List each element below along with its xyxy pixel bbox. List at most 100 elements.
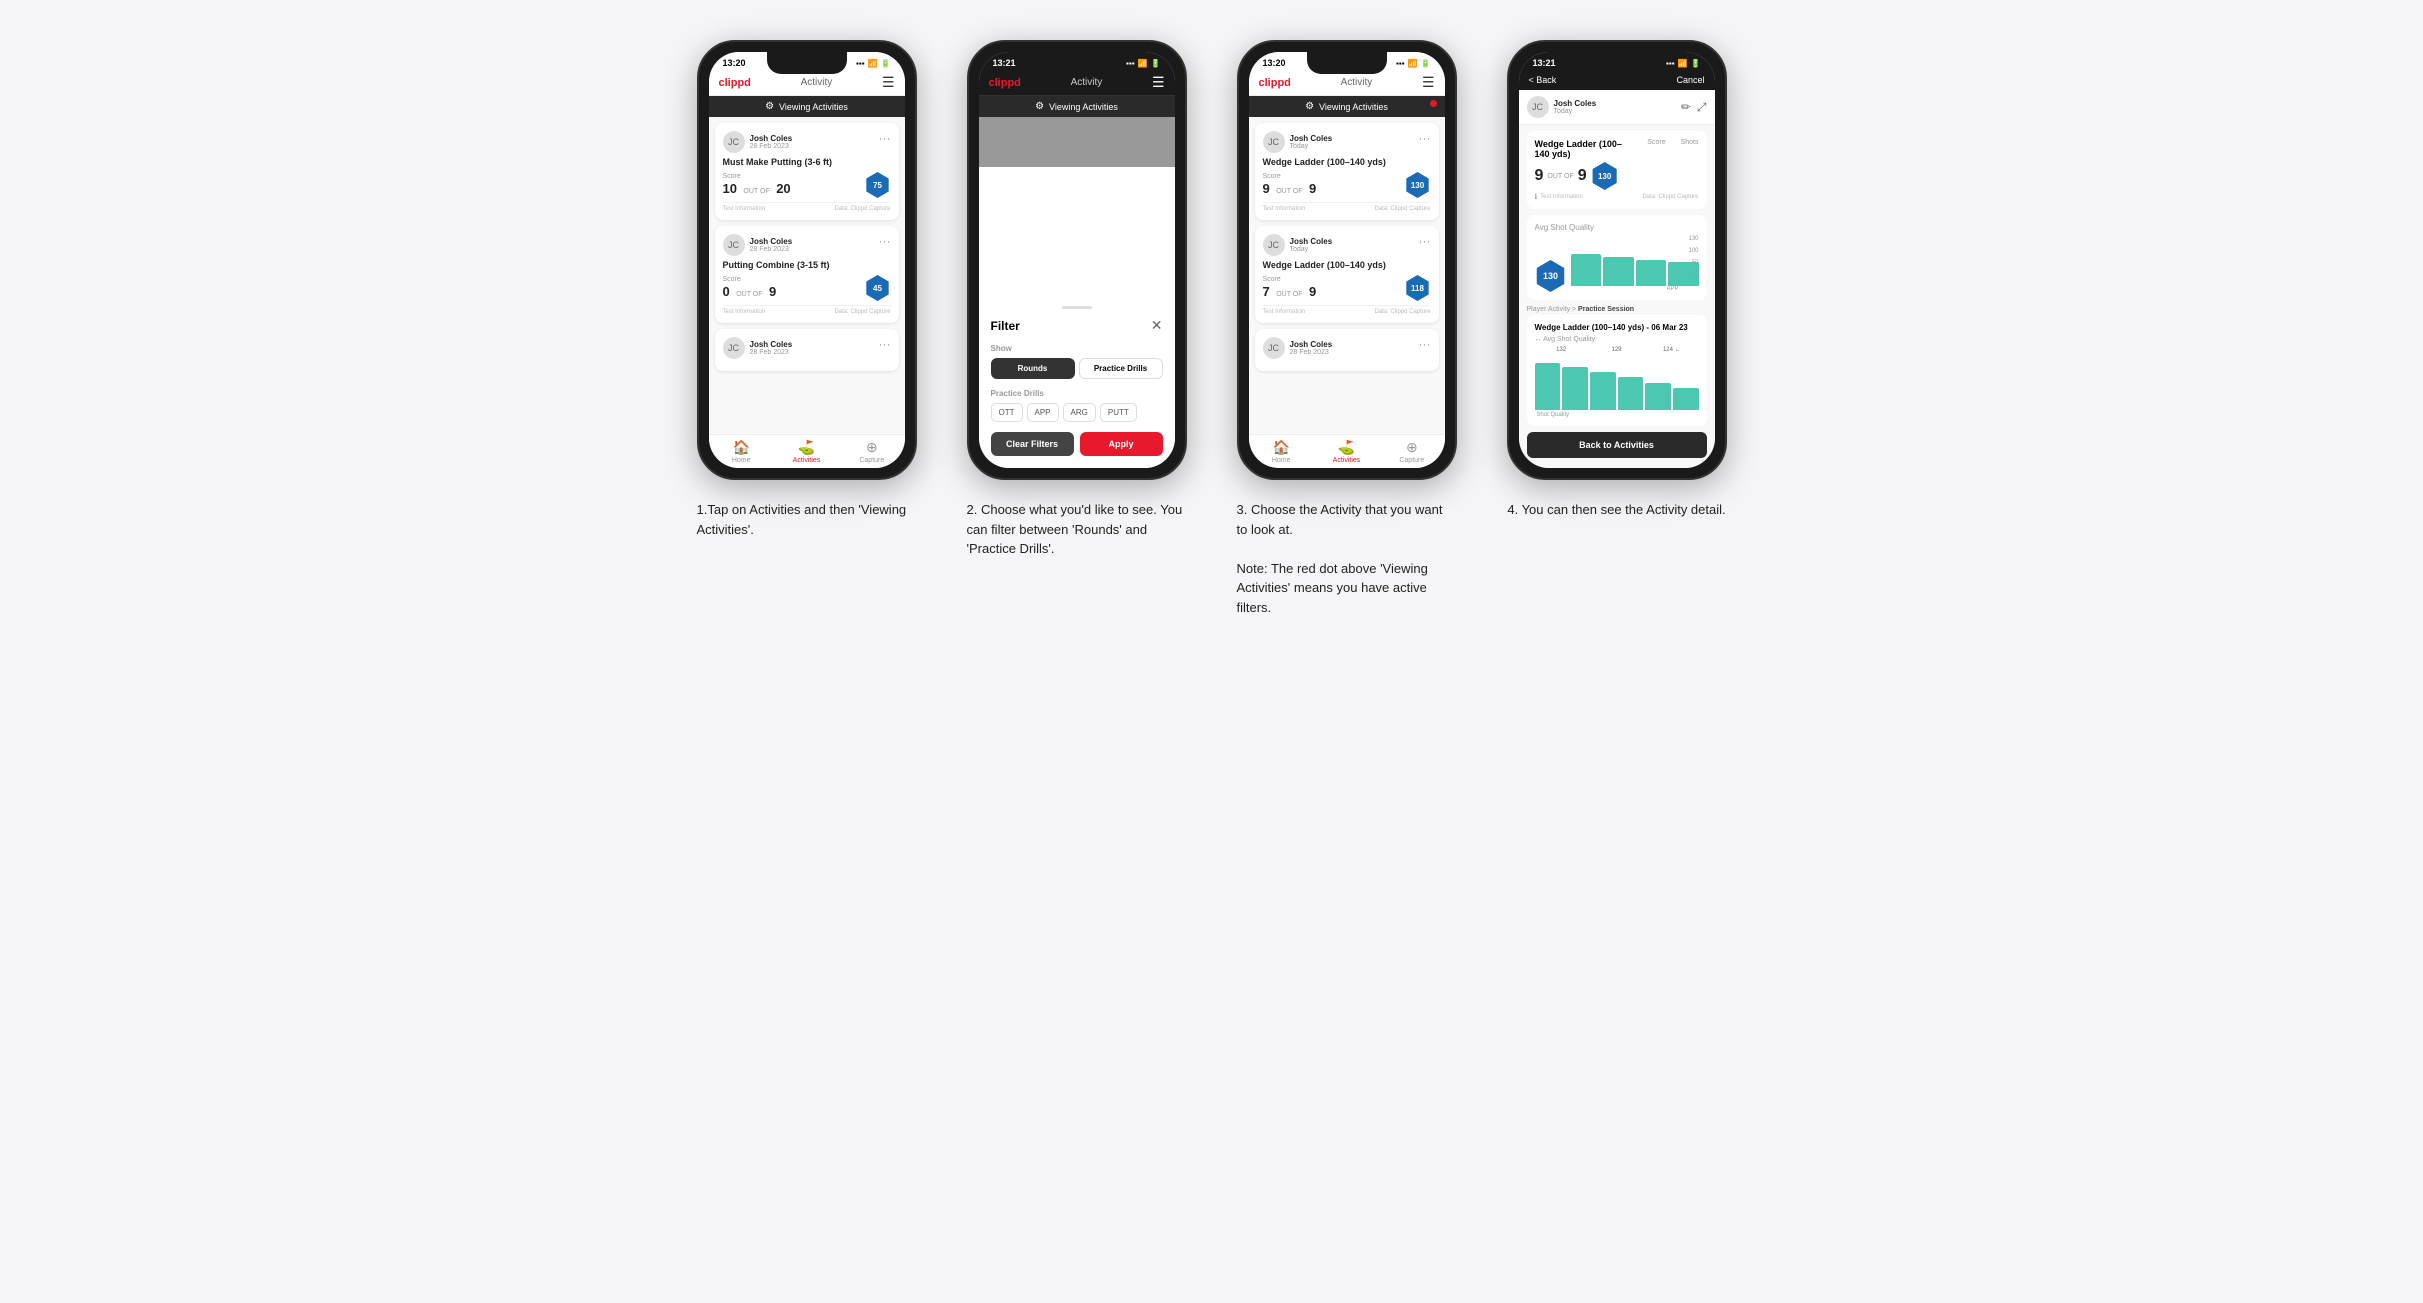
y-label-zero: 0: [1695, 272, 1698, 278]
card-1-score-value: 10: [723, 181, 737, 196]
activity-card-p3-3[interactable]: JC Josh Coles 28 Feb 2023 ···: [1255, 329, 1439, 371]
signal-icon-2: ▪▪▪: [1126, 59, 1135, 68]
hamburger-icon[interactable]: ☰: [882, 74, 895, 91]
card-p3-2-more-dots[interactable]: ···: [1419, 234, 1431, 248]
tag-ott[interactable]: OTT: [991, 403, 1023, 422]
detail-user-details: Josh Coles Today: [1554, 99, 1597, 115]
activity-card-p3-2[interactable]: JC Josh Coles Today ··· Wedge Ladder (10…: [1255, 226, 1439, 323]
back-button[interactable]: < Back: [1529, 75, 1557, 85]
battery-icon-3: 🔋: [1421, 59, 1431, 68]
activity-card-3[interactable]: JC Josh Coles 28 Feb 2023 ···: [715, 329, 899, 371]
phone-2-screen: 13:21 ▪▪▪ 📶 🔋 clippd Activity ☰ ⚙ Viewin…: [979, 52, 1175, 468]
capture-icon-3: ⊕: [1406, 439, 1418, 456]
card-p3-3-more-dots[interactable]: ···: [1419, 337, 1431, 351]
card-1-score-block: Score 10 OUT OF 20: [723, 173, 791, 198]
phone-4-frame: 13:21 ▪▪▪ 📶 🔋 < Back Cancel JC Jos: [1507, 40, 1727, 480]
back-activities-button[interactable]: Back to Activities: [1527, 432, 1707, 458]
card-1-user-details: Josh Coles 28 Feb 2023: [750, 134, 793, 150]
card-p3-2-user-info: JC Josh Coles Today: [1263, 234, 1333, 256]
card-p3-1-more-dots[interactable]: ···: [1419, 131, 1431, 145]
tag-app[interactable]: APP: [1027, 403, 1059, 422]
chart-x-label: APP: [1571, 286, 1679, 292]
nav-activities-3[interactable]: ⛳ Activities: [1314, 439, 1379, 464]
card-p3-2-outof: OUT OF: [1276, 291, 1302, 298]
nav-capture-3[interactable]: ⊕ Capture: [1379, 439, 1444, 464]
detail-score-value: 9: [1535, 167, 1544, 185]
filter-close-icon[interactable]: ✕: [1151, 317, 1163, 334]
practice-bar-2: [1562, 367, 1588, 410]
card-2-footer-right: Data: Clippd Capture: [834, 309, 890, 315]
caption-3: 3. Choose the Activity that you want to …: [1237, 500, 1457, 617]
blurred-content: [979, 117, 1175, 167]
card-2-shot-quality-hex: 45: [865, 275, 891, 301]
activity-card-p3-1[interactable]: JC Josh Coles Today ··· Wedge Ladder (10…: [1255, 123, 1439, 220]
activity-card-2[interactable]: JC Josh Coles 28 Feb 2023 ··· Putting Co…: [715, 226, 899, 323]
phone-3-screen: 13:20 ▪▪▪ 📶 🔋 clippd Activity ☰ ⚙ Viewin…: [1249, 52, 1445, 468]
card-1-drill-name: Must Make Putting (3-6 ft): [723, 157, 891, 167]
card-p3-2-header: JC Josh Coles Today ···: [1263, 234, 1431, 256]
cancel-button[interactable]: Cancel: [1676, 75, 1704, 85]
nav-home[interactable]: 🏠 Home: [709, 439, 774, 464]
avatar-1: JC: [723, 131, 745, 153]
viewing-activities-label-2: Viewing Activities: [1049, 102, 1118, 112]
card-2-more-dots[interactable]: ···: [879, 234, 891, 248]
card-p3-1-footer: Test Information Data: Clippd Capture: [1263, 202, 1431, 212]
detail-user-date: Today: [1554, 108, 1597, 115]
bar-1: [1571, 254, 1602, 287]
phone-2-frame: 13:21 ▪▪▪ 📶 🔋 clippd Activity ☰ ⚙ Viewin…: [967, 40, 1187, 480]
card-p3-2-user-details: Josh Coles Today: [1290, 237, 1333, 253]
card-3-more-dots[interactable]: ···: [879, 337, 891, 351]
card-p3-1-score-block: Score 9 OUT OF 9: [1263, 173, 1317, 198]
activity-card-1[interactable]: JC Josh Coles 28 Feb 2023 ··· Must Make …: [715, 123, 899, 220]
card-p3-2-footer: Test Information Data: Clippd Capture: [1263, 305, 1431, 315]
nav-activities[interactable]: ⛳ Activities: [774, 439, 839, 464]
card-1-stats-row: Score 10 OUT OF 20 75: [723, 172, 891, 198]
card-p3-1-shot-quality-hex: 130: [1405, 172, 1431, 198]
filter-actions: Clear Filters Apply: [991, 432, 1163, 456]
card-1-more-dots[interactable]: ···: [879, 131, 891, 145]
card-p3-2-score-value: 7: [1263, 284, 1270, 299]
card-p3-1-outof: OUT OF: [1276, 188, 1302, 195]
nav-home-3[interactable]: 🏠 Home: [1249, 439, 1314, 464]
y-label-50: 100: [1688, 248, 1698, 254]
viewing-activities-bar-2[interactable]: ⚙ Viewing Activities: [979, 96, 1175, 117]
card-p3-3-header: JC Josh Coles 28 Feb 2023 ···: [1263, 337, 1431, 359]
card-p3-3-date: 28 Feb 2023: [1290, 349, 1333, 356]
card-p3-2-score-label: Score: [1263, 276, 1317, 283]
card-p3-1-stats-row: Score 9 OUT OF 9 130: [1263, 172, 1431, 198]
wifi-icon-4: 📶: [1678, 59, 1688, 68]
phone-1-bottom-nav: 🏠 Home ⛳ Activities ⊕ Capture: [709, 434, 905, 468]
clear-filters-button[interactable]: Clear Filters: [991, 432, 1074, 456]
viewing-activities-bar-3[interactable]: ⚙ Viewing Activities: [1249, 96, 1445, 117]
chart-axis-labels: Shot Quality: [1537, 412, 1699, 418]
battery-icon-2: 🔋: [1151, 59, 1161, 68]
tab-practice-drills[interactable]: Practice Drills: [1079, 358, 1163, 379]
signal-icon-3: ▪▪▪: [1396, 59, 1405, 68]
avatar-2: JC: [723, 234, 745, 256]
card-1-header: JC Josh Coles 28 Feb 2023 ···: [723, 131, 891, 153]
hamburger-icon-2[interactable]: ☰: [1152, 74, 1165, 91]
practice-bar-5: [1645, 383, 1671, 411]
card-p3-2-drill-name: Wedge Ladder (100–140 yds): [1263, 260, 1431, 270]
detail-action-icons: ✏ ⤢: [1681, 100, 1707, 115]
tag-putt[interactable]: PUTT: [1100, 403, 1137, 422]
filter-tabs: Rounds Practice Drills: [991, 358, 1163, 379]
hamburger-icon-3[interactable]: ☰: [1422, 74, 1435, 91]
card-1-footer-left: Test Information: [723, 206, 766, 212]
viewing-activities-bar[interactable]: ⚙ Viewing Activities: [709, 96, 905, 117]
bar-label-3: 124 ←: [1645, 347, 1698, 353]
phone-3-scroll-content: JC Josh Coles Today ··· Wedge Ladder (10…: [1249, 117, 1445, 434]
battery-icon-4: 🔋: [1691, 59, 1701, 68]
practice-chart: [1535, 355, 1699, 410]
expand-icon[interactable]: ⤢: [1697, 100, 1707, 115]
card-p3-1-shots-value: 9: [1309, 181, 1316, 196]
nav-capture[interactable]: ⊕ Capture: [839, 439, 904, 464]
tag-arg[interactable]: ARG: [1063, 403, 1096, 422]
apply-button[interactable]: Apply: [1080, 432, 1163, 456]
nav-title-3: Activity: [1341, 77, 1373, 88]
tab-rounds[interactable]: Rounds: [991, 358, 1075, 379]
y-label-0: 50: [1692, 260, 1699, 266]
edit-icon[interactable]: ✏: [1681, 100, 1691, 115]
phone-1-screen: 13:20 ▪▪▪ 📶 🔋 clippd Activity ☰ ⚙ Viewin…: [709, 52, 905, 468]
phone-2-column: 13:21 ▪▪▪ 📶 🔋 clippd Activity ☰ ⚙ Viewin…: [957, 40, 1197, 559]
